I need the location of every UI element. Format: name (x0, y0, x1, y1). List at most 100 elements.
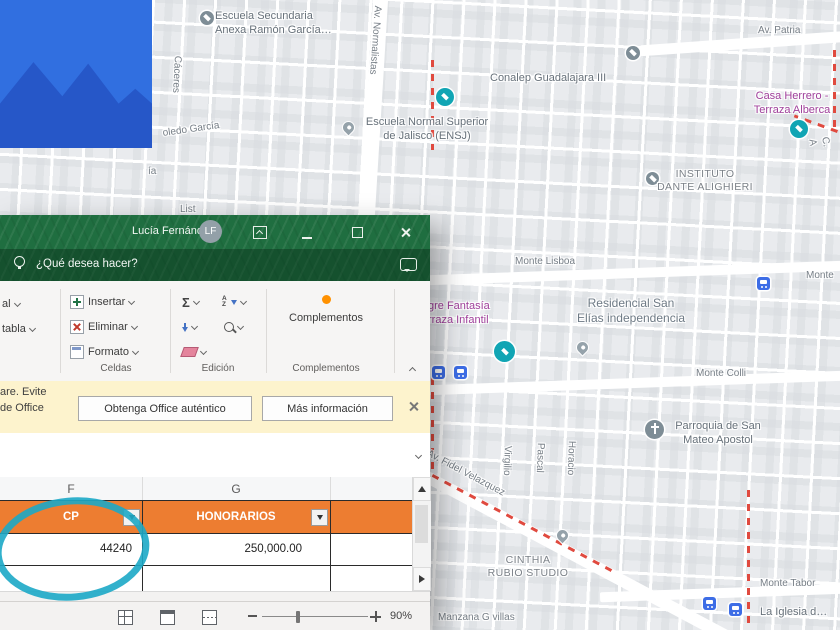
find-select-button[interactable] (224, 316, 243, 338)
transit-station-icon[interactable] (757, 277, 770, 290)
transit-station-icon[interactable] (729, 603, 742, 616)
map-label-pascal: Pascal (532, 443, 546, 473)
zoom-slider-handle[interactable] (296, 611, 300, 623)
map-label-la-iglesia[interactable]: La Iglesia d… (760, 606, 827, 620)
map-label-monte-partial: Monte (806, 270, 834, 283)
button-label: Eliminar (88, 321, 128, 333)
delete-cells-button[interactable]: Eliminar (70, 316, 137, 338)
close-button[interactable] (392, 219, 418, 245)
chevron-down-icon (14, 299, 21, 306)
map-label-casa-herrero[interactable]: Casa Herrero - Terraza Alberca (738, 90, 840, 118)
minimize-button[interactable] (294, 225, 320, 251)
map-label-virgilio: Virgilio (499, 446, 513, 476)
map-label-monte-lisboa: Monte Lisboa (515, 256, 575, 269)
zoom-in-button[interactable] (370, 611, 381, 622)
autosum-button[interactable]: Σ (182, 291, 199, 313)
add-ins-button[interactable]: Complementos (278, 289, 374, 353)
user-avatar[interactable]: LF (199, 220, 222, 243)
group-divider (394, 289, 395, 373)
license-warning-bar: are. Evite de Office Obtenga Office auté… (0, 381, 430, 434)
transit-station-icon[interactable] (432, 366, 445, 379)
addins-group-label: Complementos (270, 363, 382, 374)
fill-button[interactable] (182, 316, 197, 338)
header-cell-honorarios[interactable]: HONORARIOS (142, 501, 330, 533)
warning-text-line1: are. Evite (0, 386, 46, 398)
warning-text-line2: de Office (0, 402, 44, 414)
feedback-bubble-icon[interactable] (400, 258, 417, 271)
chevron-down-icon (191, 322, 198, 329)
clear-button[interactable] (182, 341, 206, 363)
map-label-fantasia[interactable]: gre Fantasía rraza Infantil (428, 300, 490, 328)
maximize-button[interactable] (344, 219, 370, 245)
scrollbar-thumb[interactable] (415, 505, 428, 543)
format-cells-button[interactable]: Formato (70, 341, 138, 363)
ribbon: al tabla Insertar Eliminar Formato Celda… (0, 281, 430, 382)
ribbon-display-options-button[interactable] (247, 219, 273, 245)
desktop: Escuela Secundaria Anexa Ramón García… A… (0, 0, 840, 630)
column-header-g[interactable]: G (142, 477, 331, 501)
map-label-instituto-dante[interactable]: INSTITUTO DANTE ALIGHIERI (650, 168, 760, 194)
page-layout-view-button[interactable] (160, 610, 175, 625)
map-label-residencial: Residencial San Elías independencia (566, 296, 696, 326)
arrow-right-icon (419, 575, 425, 583)
chevron-down-icon (237, 322, 244, 329)
tell-me-label: ¿Qué desea hacer? (36, 258, 138, 270)
photo-placeholder[interactable] (0, 0, 152, 148)
format-cells-icon (70, 345, 84, 359)
vertical-scrollbar[interactable] (412, 477, 431, 591)
map-label-escuela-secundaria[interactable]: Escuela Secundaria Anexa Ramón García… (215, 10, 332, 38)
map-label-cinthia[interactable]: CINTHIA RUBIO STUDIO (478, 554, 578, 580)
column-header-partial[interactable] (330, 477, 413, 501)
scroll-right-button[interactable] (413, 567, 431, 591)
honorarios-filter-button[interactable] (311, 509, 328, 526)
zoom-level[interactable]: 90% (390, 610, 412, 622)
page-break-view-button[interactable] (202, 610, 217, 625)
map-label-caceres: Cáceres (169, 55, 183, 93)
close-icon (400, 227, 411, 238)
group-divider (60, 289, 61, 373)
cell-honorarios-value[interactable]: 250,000.00 (142, 533, 302, 566)
map-label-parroquia[interactable]: Parroquia de San Mateo Apostol (660, 420, 776, 448)
get-genuine-office-button[interactable]: Obtenga Office auténtico (78, 396, 252, 421)
chevron-down-icon (200, 347, 207, 354)
school-poi-icon[interactable] (200, 11, 214, 25)
editing-group-label: Edición (172, 363, 264, 374)
chevron-down-icon (29, 324, 36, 331)
formula-bar[interactable] (0, 433, 430, 478)
ribbon-display-options-icon (253, 226, 267, 239)
transit-station-icon[interactable] (703, 597, 716, 610)
scroll-up-button[interactable] (413, 477, 431, 501)
expand-formula-bar-button[interactable] (415, 452, 422, 459)
zoom-out-button[interactable] (248, 615, 257, 617)
insert-cells-button[interactable]: Insertar (70, 291, 134, 313)
tell-me-bar[interactable]: ¿Qué desea hacer? (0, 249, 430, 281)
autosum-icon: Σ (182, 295, 190, 310)
map-label-conalep[interactable]: Conalep Guadalajara III (490, 72, 606, 86)
grid-line (330, 501, 331, 591)
transit-station-icon[interactable] (454, 366, 467, 379)
eraser-icon (180, 347, 199, 357)
arrow-up-icon (418, 486, 426, 492)
map-label-fragment: ía (148, 166, 156, 179)
map-label-escuela-normal[interactable]: Escuela Normal Superior de Jalisco (ENSJ… (352, 116, 502, 144)
format-as-table-button-partial[interactable]: tabla (2, 318, 35, 340)
zoom-slider[interactable] (262, 616, 368, 617)
more-info-button[interactable]: Más información (262, 396, 393, 421)
conditional-formatting-button-partial[interactable]: al (2, 293, 20, 315)
chevron-down-icon (193, 297, 200, 304)
collapse-ribbon-button[interactable] (409, 367, 416, 374)
sort-filter-button[interactable]: AZ (222, 291, 246, 313)
poi-icon-fantasia[interactable] (494, 341, 515, 362)
mountain-graphic (0, 0, 152, 148)
school-poi-icon[interactable] (626, 46, 640, 60)
poi-icon-casa-herrero[interactable] (790, 120, 808, 138)
normal-view-button[interactable] (118, 610, 133, 625)
delete-cells-icon (70, 320, 84, 334)
button-label: tabla (2, 323, 26, 335)
group-divider (170, 289, 171, 373)
sort-z-glyph: Z (222, 302, 227, 308)
add-in-icon (322, 295, 331, 304)
button-label: Formato (88, 346, 129, 358)
school-poi-icon-highlight[interactable] (436, 88, 454, 106)
excel-window: Lucía Fernández LF ¿Qué desea hacer? al … (0, 215, 430, 630)
